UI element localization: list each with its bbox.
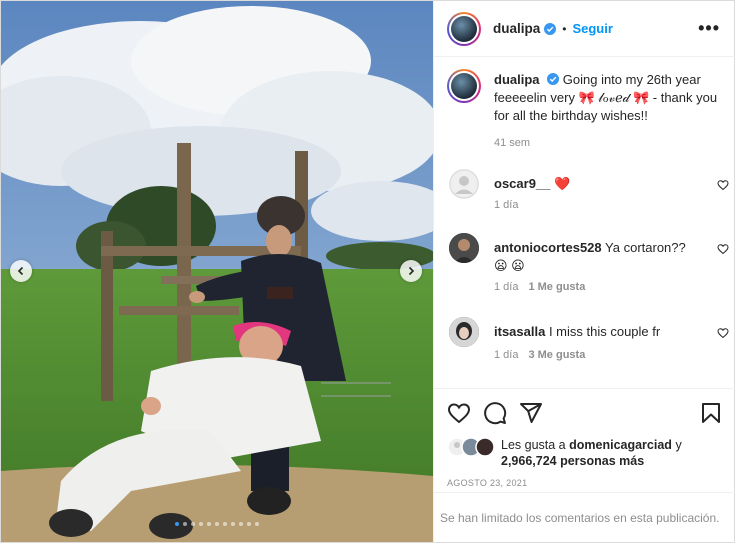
post-actions: Les gusta a domenicagarciad y 2,966,724 … [434,388,735,488]
more-icon[interactable]: ••• [698,19,720,37]
comment-time[interactable]: 1 día [494,349,518,361]
photo-image [1,1,433,542]
comment-icon[interactable] [483,401,507,425]
separator-dot: • [562,21,567,36]
comment-username[interactable]: antoniocortes528 [494,240,602,255]
comment-body: itsasalla I miss this couple fr [494,323,694,341]
carousel-prev-button[interactable] [10,260,32,282]
carousel-dot [247,522,251,526]
post-photo[interactable] [1,1,433,542]
avatar[interactable] [447,11,481,46]
likes-summary: Les gusta a domenicagarciad y 2,966,724 … [447,437,732,469]
comment-time[interactable]: 1 día [494,281,518,293]
comment-likes[interactable]: 1 Me gusta [528,281,585,293]
likes-and: y [675,438,682,452]
post-sidebar: dualipa • Seguir ••• dualipa Going into … [433,1,735,542]
chevron-left-icon [17,266,24,276]
carousel-dot [231,522,235,526]
carousel-dot [239,522,243,526]
comment-username[interactable]: oscar9__ [494,176,550,191]
comment-likes[interactable]: 3 Me gusta [528,349,585,361]
verified-icon [544,22,557,35]
post-header: dualipa • Seguir ••• [434,1,735,57]
carousel-dot [207,522,211,526]
comment-username[interactable]: itsasalla [494,324,545,339]
caption-username[interactable]: dualipa [494,72,540,87]
carousel-dot [191,522,195,526]
comment-meta: 1 día 1 Me gusta [494,281,585,293]
likes-prefix: Les gusta a [501,438,566,452]
chevron-right-icon [408,266,415,276]
post-dialog: dualipa • Seguir ••• dualipa Going into … [0,0,735,543]
carousel-indicator [1,522,433,526]
carousel-next-button[interactable] [400,260,422,282]
caption-body: dualipa Going into my 26th year feeeeeli… [494,71,724,125]
caption-avatar[interactable] [447,69,481,103]
save-icon[interactable] [699,401,723,425]
liker-username[interactable]: domenicagarciad [569,438,672,452]
carousel-dot [199,522,203,526]
comment-body: oscar9__ ❤️ [494,175,694,193]
comment-text: I miss this couple fr [548,324,661,339]
carousel-dot [223,522,227,526]
comment-text: ❤️ [554,176,571,191]
comment-time[interactable]: 1 día [494,199,518,211]
verified-icon [547,73,560,85]
comment-meta: 1 día 3 Me gusta [494,349,585,361]
comment-avatar[interactable] [449,169,479,199]
comment-avatar[interactable] [449,233,479,263]
likes-count[interactable]: 2,966,724 personas más [501,454,644,468]
header-username[interactable]: dualipa [493,21,540,36]
comment-meta: 1 día [494,199,518,211]
comment-heart-icon[interactable] [717,327,729,339]
share-icon[interactable] [519,401,543,425]
comments-limited-notice: Se han limitado los comentarios en esta … [434,492,735,542]
comment-body: antoniocortes528 Ya cortaron?? 😦 😦 [494,239,694,275]
comment-avatar[interactable] [449,317,479,347]
carousel-dot [215,522,219,526]
carousel-dot [255,522,259,526]
caption-timestamp[interactable]: 41 sem [494,137,530,149]
liker-avatars[interactable] [447,437,497,457]
comment-heart-icon[interactable] [717,243,729,255]
carousel-dot [175,522,179,526]
heart-icon[interactable] [447,401,471,425]
carousel-dot [183,522,187,526]
post-date[interactable]: AGOSTO 23, 2021 [447,478,527,488]
comment-heart-icon[interactable] [717,179,729,191]
follow-button[interactable]: Seguir [572,21,612,36]
